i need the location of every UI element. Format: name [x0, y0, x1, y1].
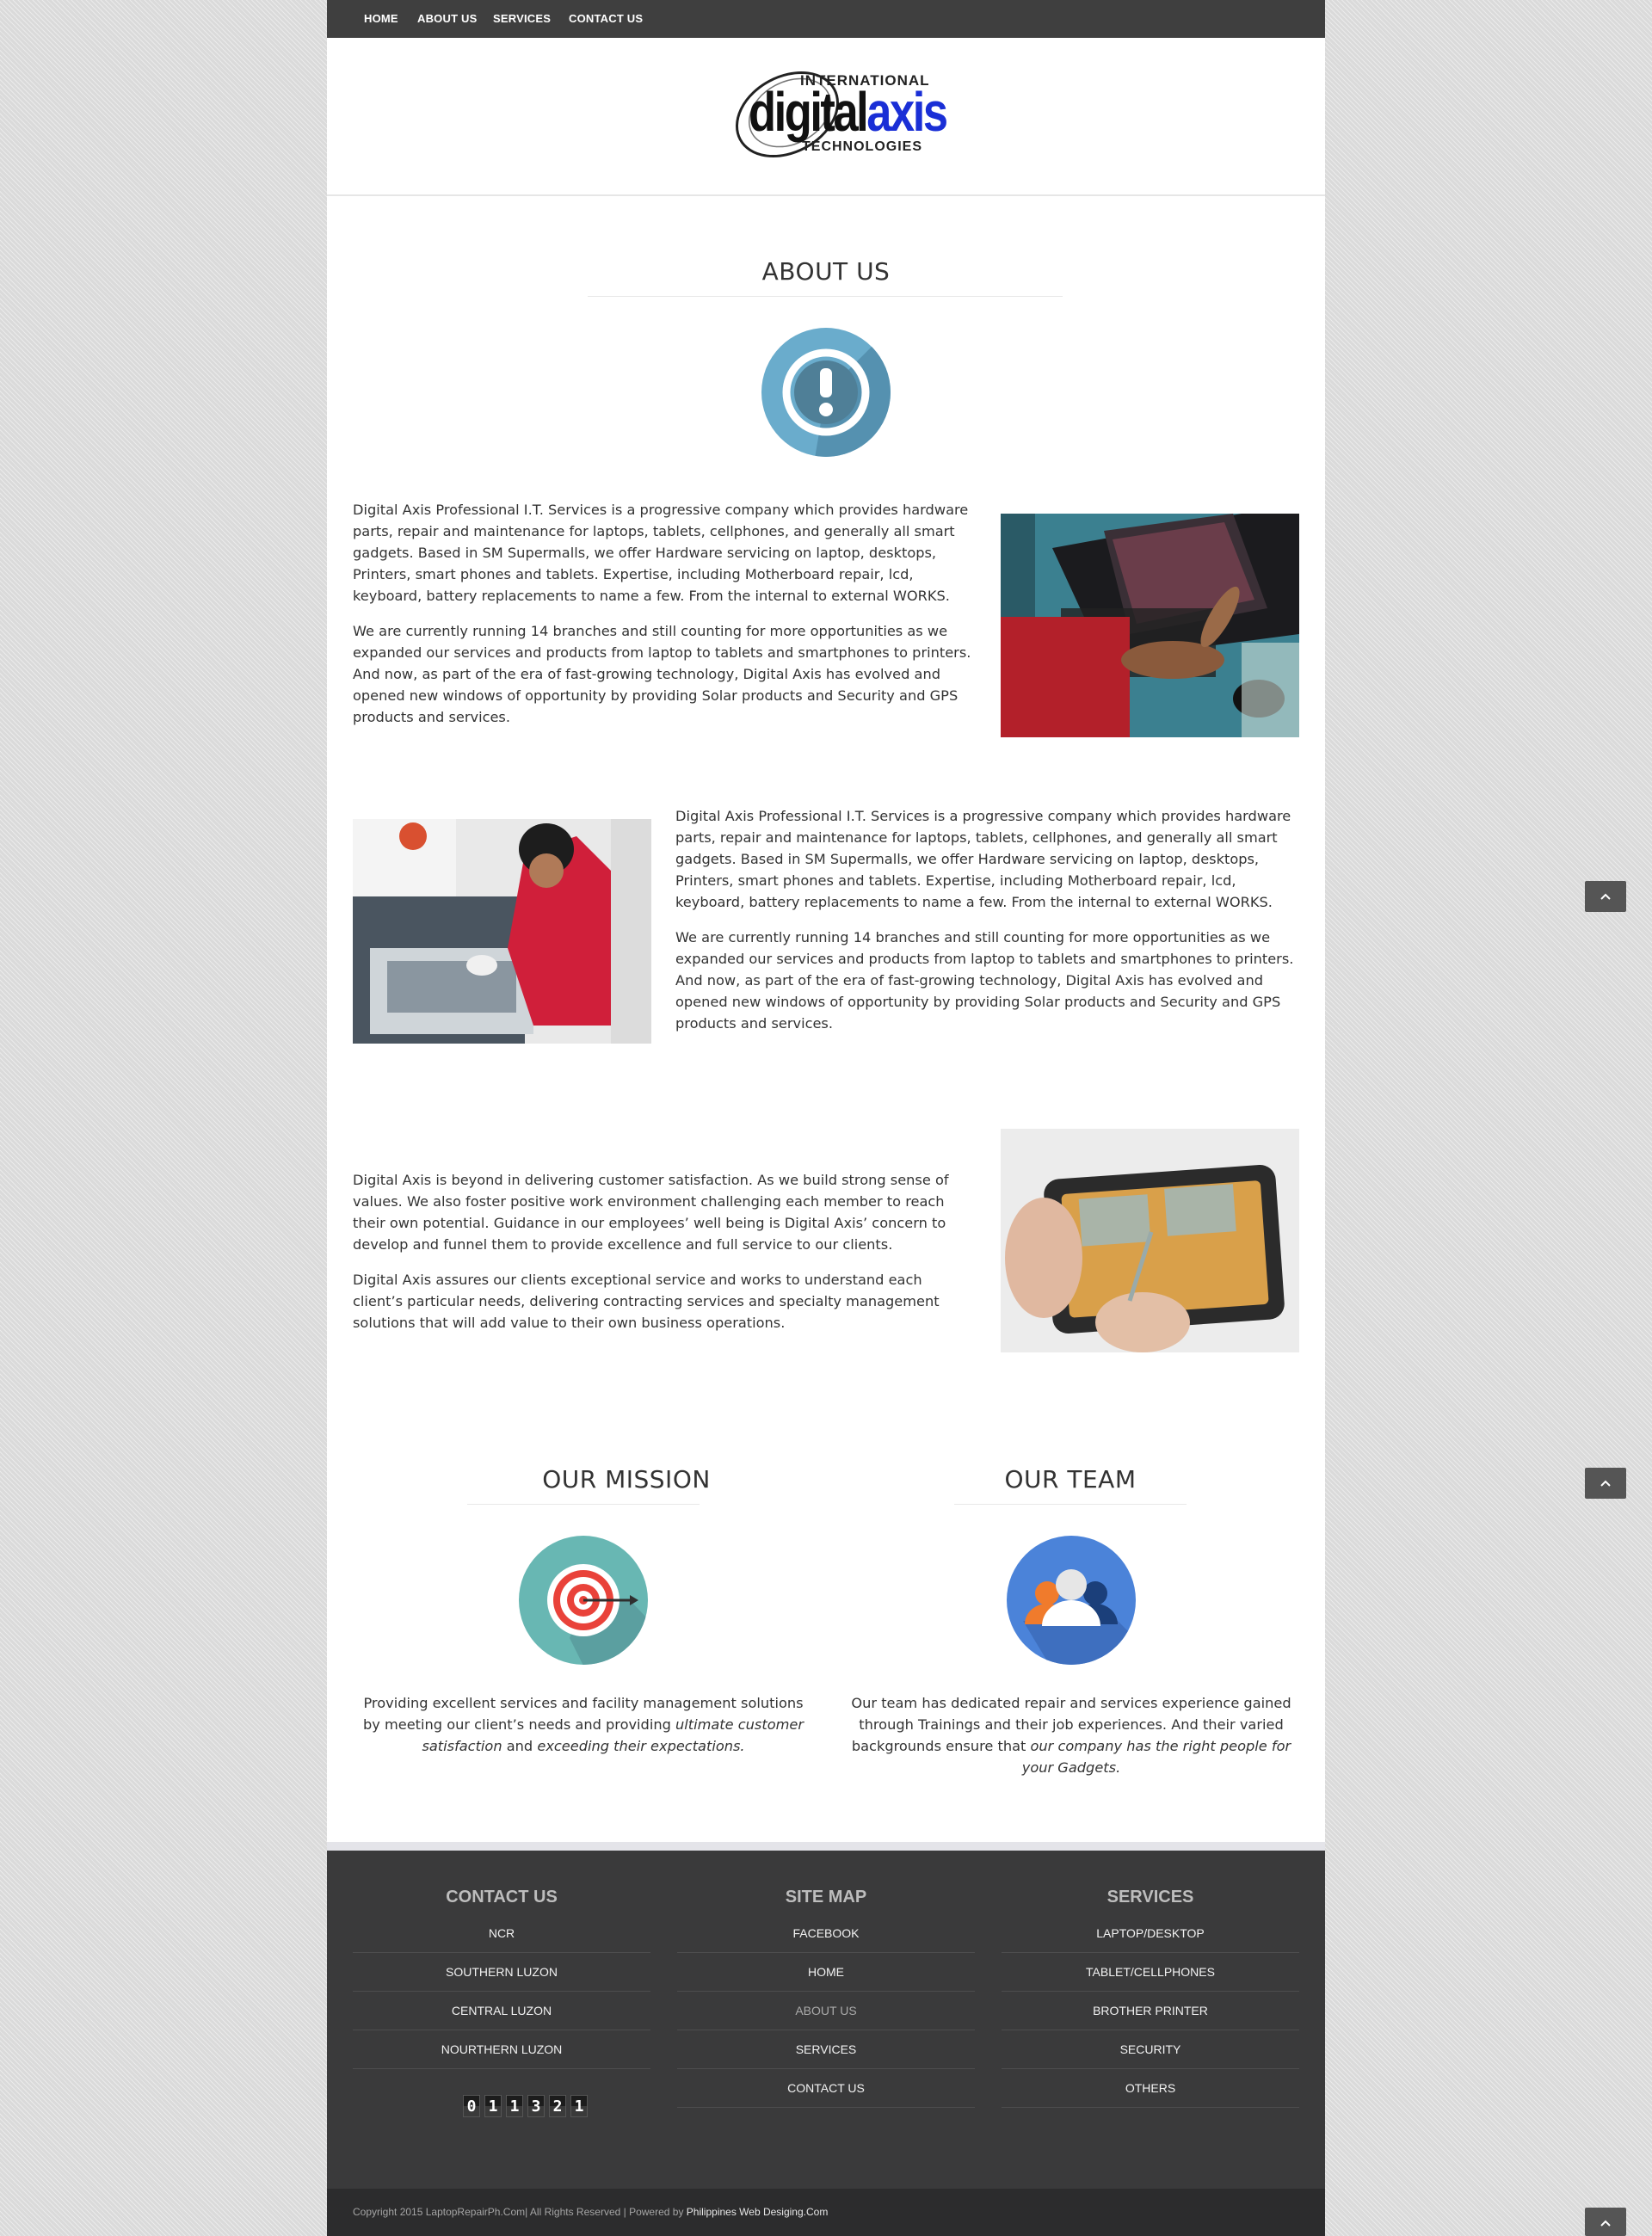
footer-sitemap-about-us[interactable]: ABOUT US	[677, 1992, 975, 2030]
footer-sitemap-heading: SITE MAP	[785, 1888, 867, 1906]
about-block-1-paragraph-1: Digital Axis Professional I.T. Services …	[353, 502, 969, 604]
footer-sitemap-services[interactable]: SERVICES	[677, 2030, 975, 2069]
team-emphasis-1: our company has the right people for you…	[1021, 1738, 1291, 1776]
copyright-bar: Copyright 2015 LaptopRepairPh.Com| All R…	[327, 2189, 1325, 2236]
about-block-2-text: Digital Axis Professional I.T. Services …	[675, 805, 1304, 1048]
footer-contact-central-luzon[interactable]: CENTRAL LUZON	[353, 1992, 650, 2030]
about-block-1-paragraph-2: We are currently running 14 branches and…	[353, 623, 971, 725]
nav-about-us[interactable]: ABOUT US	[417, 0, 478, 38]
about-block-3-paragraph-2: Digital Axis assures our clients excepti…	[353, 1272, 940, 1331]
copyright-notice: Copyright 2015 LaptopRepairPh.Com| All R…	[353, 2206, 684, 2218]
footer-services-heading: SERVICES	[1106, 1888, 1194, 1906]
footer-top-strip	[327, 1842, 1325, 1851]
footer-service-tablet-cellphones[interactable]: TABLET/CELLPHONES	[1002, 1953, 1299, 1992]
about-block-3-paragraph-1: Digital Axis is beyond in delivering cus…	[353, 1172, 949, 1253]
footer-sitemap-home[interactable]: HOME	[677, 1953, 975, 1992]
powered-by-link[interactable]: Philippines Web Desiging.Com	[687, 2206, 829, 2218]
site-logo[interactable]: INTERNATIONAL digitalaxis TECHNOLOGIES	[714, 65, 948, 160]
counter-digit: 0	[463, 2095, 480, 2117]
chevron-up-icon	[1600, 1480, 1611, 1487]
nav-contact-us[interactable]: CONTACT US	[569, 0, 643, 38]
footer-contact-heading: CONTACT US	[446, 1888, 558, 1906]
counter-digit: 1	[484, 2095, 502, 2117]
logo-digital-text: digital	[749, 81, 869, 143]
logo-wordmark: digitalaxis	[749, 84, 948, 139]
laptop-repair-photo	[1001, 514, 1299, 737]
mission-text-part-2: and	[502, 1738, 538, 1754]
about-us-divider	[588, 296, 1063, 297]
footer-contact-southern-luzon[interactable]: SOUTHERN LUZON	[353, 1953, 650, 1992]
footer-service-laptop-desktop[interactable]: LAPTOP/DESKTOP	[1002, 1914, 1299, 1953]
copyright-text: Copyright 2015 LaptopRepairPh.Com| All R…	[353, 2206, 828, 2218]
our-team-text: Our team has dedicated repair and servic…	[835, 1692, 1308, 1778]
our-team-heading: OUR TEAM	[1004, 1465, 1137, 1494]
chevron-up-icon	[1600, 2220, 1611, 2227]
footer-service-security[interactable]: SECURITY	[1002, 2030, 1299, 2069]
our-mission-divider	[467, 1504, 700, 1505]
exclamation-icon	[761, 328, 891, 457]
tablet-repair-photo	[1001, 1129, 1299, 1352]
back-to-top-button[interactable]	[1585, 881, 1626, 912]
counter-digit: 1	[506, 2095, 523, 2117]
nav-home[interactable]: HOME	[364, 0, 398, 38]
footer-service-brother-printer[interactable]: BROTHER PRINTER	[1002, 1992, 1299, 2030]
footer-contact-nourthern-luzon[interactable]: NOURTHERN LUZON	[353, 2030, 650, 2069]
about-block-1-text: Digital Axis Professional I.T. Services …	[353, 499, 972, 742]
footer-contact-ncr[interactable]: NCR	[353, 1914, 650, 1953]
about-block-2-paragraph-1: Digital Axis Professional I.T. Services …	[675, 808, 1291, 910]
counter-digit: 1	[570, 2095, 588, 2117]
about-us-heading: ABOUT US	[761, 257, 891, 286]
about-block-2-paragraph-2: We are currently running 14 branches and…	[675, 929, 1294, 1032]
team-icon	[1007, 1536, 1136, 1665]
chevron-up-icon	[1600, 893, 1611, 900]
technician-photo	[353, 819, 651, 1044]
page-container: HOME ABOUT US SERVICES CONTACT US INTERN…	[327, 0, 1325, 2236]
nav-services[interactable]: SERVICES	[493, 0, 551, 38]
our-mission-heading: OUR MISSION	[542, 1465, 711, 1494]
site-footer: CONTACT US NCR SOUTHERN LUZON CENTRAL LU…	[327, 1851, 1325, 2189]
visitor-counter: 011321	[463, 2095, 592, 2117]
counter-digit: 2	[549, 2095, 566, 2117]
our-team-divider	[954, 1504, 1187, 1505]
logo-axis-text: axis	[866, 81, 948, 143]
our-mission-text: Providing excellent services and facilit…	[353, 1692, 814, 1757]
back-to-top-button[interactable]	[1585, 1468, 1626, 1499]
footer-sitemap-facebook[interactable]: FACEBOOK	[677, 1914, 975, 1953]
logo-technologies-text: TECHNOLOGIES	[802, 139, 923, 154]
about-block-3-text: Digital Axis is beyond in delivering cus…	[353, 1169, 972, 1347]
counter-digit: 3	[527, 2095, 545, 2117]
footer-service-others[interactable]: OTHERS	[1002, 2069, 1299, 2108]
target-icon	[519, 1536, 648, 1665]
site-header: INTERNATIONAL digitalaxis TECHNOLOGIES	[327, 38, 1325, 196]
footer-sitemap-contact-us[interactable]: CONTACT US	[677, 2069, 975, 2108]
back-to-top-button[interactable]	[1585, 2208, 1626, 2236]
mission-emphasis-2: exceeding their expectations.	[537, 1738, 745, 1754]
top-navigation: HOME ABOUT US SERVICES CONTACT US	[327, 0, 1325, 38]
